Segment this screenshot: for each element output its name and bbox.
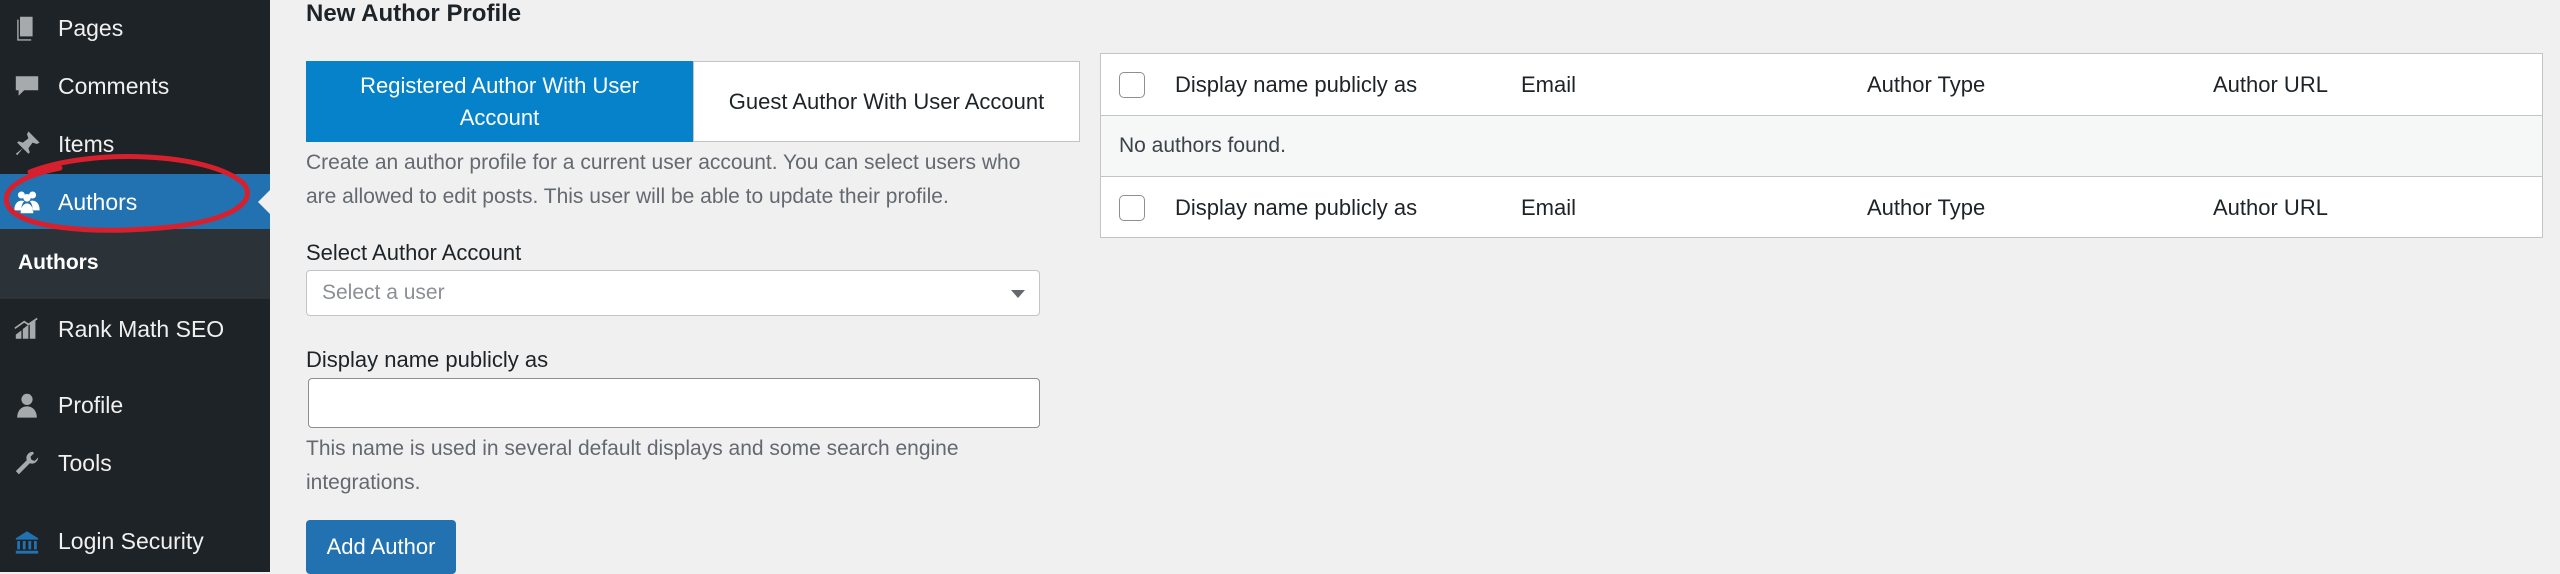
rank-math-icon [12,314,42,344]
login-security-icon [12,526,42,556]
sidebar-item-label: Rank Math SEO [58,315,225,342]
sidebar-item-label: Tools [58,449,112,476]
table-row-empty: No authors found. [1101,116,2542,177]
sidebar-item-label: Login Security [58,527,204,554]
page-title: New Author Profile [306,0,522,27]
pages-icon [12,13,42,43]
comments-icon [12,71,42,101]
current-menu-arrow [258,190,270,214]
table-footer-row: Display name publicly as Email Author Ty… [1101,177,2542,238]
column-header-email[interactable]: Email [1521,72,1576,98]
sidebar-item-login-security[interactable]: Login Security [0,513,270,569]
pin-icon [12,129,42,159]
display-name-label: Display name publicly as [306,347,549,372]
no-items-message: No authors found. [1119,134,1286,157]
select-author-label: Select Author Account [306,240,522,265]
author-type-tabs: Registered Author With User Account Gues… [306,61,1080,142]
select-all-checkbox-footer[interactable] [1119,194,1145,221]
select-placeholder: Select a user [322,281,445,304]
select-all-checkbox[interactable] [1119,71,1145,98]
sidebar-item-comments[interactable]: Comments [0,58,270,114]
sidebar-item-label: Authors [58,188,138,215]
authors-icon [12,187,42,217]
tab-description: Create an author profile for a current u… [306,151,1021,208]
sidebar-item-pages[interactable]: Pages [0,0,270,56]
tab-registered-author[interactable]: Registered Author With User Account [306,61,693,142]
sidebar-item-label: Pages [58,14,124,41]
sidebar-item-rank-math-seo[interactable]: Rank Math SEO [0,301,270,357]
display-name-input[interactable] [308,378,1040,428]
column-footer-email[interactable]: Email [1521,195,1576,221]
column-header-display-name[interactable]: Display name publicly as [1175,72,1417,98]
column-footer-display-name[interactable]: Display name publicly as [1175,195,1417,221]
submenu-item-authors[interactable]: Authors [18,251,99,275]
column-footer-author-type[interactable]: Author Type [1867,195,1985,221]
authors-table: Display name publicly as Email Author Ty… [1100,53,2543,238]
sidebar-item-items[interactable]: Items [0,116,270,172]
display-name-help: This name is used in several default dis… [306,437,959,494]
sidebar-item-tools[interactable]: Tools [0,435,270,491]
column-header-author-type[interactable]: Author Type [1867,72,1985,98]
column-header-author-url[interactable]: Author URL [2213,72,2328,98]
sidebar-item-profile[interactable]: Profile [0,377,270,433]
admin-sidebar: Pages Comments Items Authors Authors Ran… [0,0,270,572]
column-footer-author-url[interactable]: Author URL [2213,195,2328,221]
profile-icon [12,390,42,420]
sidebar-item-authors[interactable]: Authors [0,174,270,230]
authors-submenu: Authors [0,229,270,299]
sidebar-item-label: Profile [58,391,124,418]
sidebar-item-label: Items [58,130,115,157]
add-author-button[interactable]: Add Author [306,520,456,574]
tab-guest-author[interactable]: Guest Author With User Account [693,61,1080,142]
select-user-dropdown[interactable]: Select a user [306,270,1040,316]
wrench-icon [12,448,42,478]
table-header-row: Display name publicly as Email Author Ty… [1101,54,2542,116]
chevron-down-icon [1011,290,1025,298]
sidebar-item-label: Comments [58,72,170,99]
